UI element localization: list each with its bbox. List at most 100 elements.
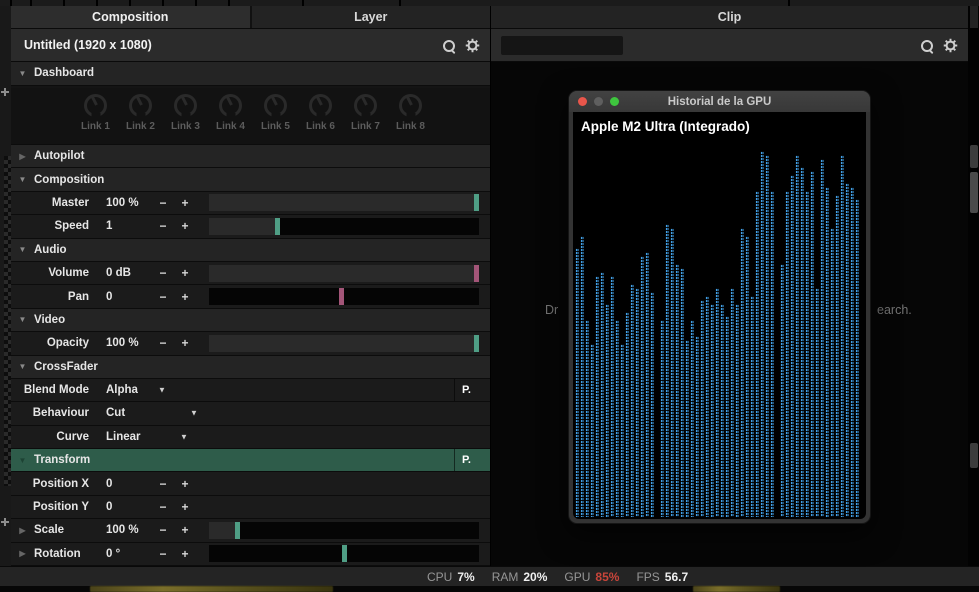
param-slider[interactable]	[209, 218, 479, 235]
slider-marker[interactable]	[474, 335, 479, 352]
slider-marker[interactable]	[235, 522, 240, 539]
slider-marker[interactable]	[342, 545, 347, 562]
param-slider[interactable]	[209, 545, 479, 562]
close-button[interactable]	[578, 97, 587, 106]
param-value[interactable]: 0	[97, 501, 152, 513]
decrement-button[interactable]: −	[152, 500, 174, 514]
param-value[interactable]: Alpha	[97, 384, 152, 396]
param-row-speed[interactable]: Speed1−+	[11, 215, 490, 238]
gear-icon[interactable]	[465, 38, 481, 54]
param-row-blend-mode[interactable]: Blend ModeAlpha▼P.	[11, 379, 490, 402]
increment-button[interactable]: +	[174, 336, 196, 350]
knob-icon[interactable]	[354, 94, 377, 117]
increment-button[interactable]: +	[174, 219, 196, 233]
param-row-volume[interactable]: Volume0 dB−+	[11, 262, 490, 285]
chevron-down-icon: ▼	[11, 362, 34, 371]
rail-plus-icon[interactable]	[1, 518, 9, 526]
tab-composition[interactable]: Composition	[11, 6, 250, 28]
param-slider[interactable]	[209, 194, 479, 211]
knob-icon[interactable]	[129, 94, 152, 117]
section-header-crossfader[interactable]: ▼CrossFader	[11, 356, 490, 379]
param-row-master[interactable]: Master100 %−+	[11, 192, 490, 215]
param-value[interactable]: 0	[97, 291, 152, 303]
param-value[interactable]: 0	[97, 478, 152, 490]
search-icon[interactable]	[441, 38, 457, 54]
param-value[interactable]: 100 %	[97, 337, 152, 349]
decrement-button[interactable]: −	[152, 290, 174, 304]
increment-button[interactable]: +	[174, 500, 196, 514]
chevron-down-icon[interactable]: ▼	[180, 432, 188, 441]
slider-marker[interactable]	[474, 265, 479, 282]
decrement-button[interactable]: −	[152, 336, 174, 350]
section-header-autopilot[interactable]: ▶Autopilot	[11, 145, 490, 168]
slider-marker[interactable]	[275, 218, 280, 235]
param-value[interactable]: Linear	[97, 431, 152, 443]
param-value[interactable]: 0 °	[97, 548, 152, 560]
knob-icon[interactable]	[309, 94, 332, 117]
chevron-down-icon[interactable]: ▼	[158, 386, 166, 395]
section-header-video[interactable]: ▼Video	[11, 309, 490, 332]
decrement-button[interactable]: −	[152, 523, 174, 537]
knob-icon[interactable]	[399, 94, 422, 117]
param-value[interactable]: 0 dB	[97, 267, 152, 279]
cpu-value: 7%	[457, 570, 474, 584]
decrement-button[interactable]: −	[152, 477, 174, 491]
param-value[interactable]: Cut	[97, 407, 152, 419]
param-row-position-x[interactable]: Position X0−+	[11, 472, 490, 495]
param-badge[interactable]: P.	[454, 449, 478, 471]
scrollbar-segment[interactable]	[970, 145, 978, 168]
knob-icon[interactable]	[264, 94, 287, 117]
clip-name-input[interactable]	[501, 36, 623, 55]
param-slider[interactable]	[209, 265, 479, 282]
param-slider[interactable]	[209, 522, 479, 539]
decrement-button[interactable]: −	[152, 196, 174, 210]
param-row-scale[interactable]: ▶Scale100 %−+	[11, 519, 490, 542]
section-header-dashboard[interactable]: ▼ Dashboard	[11, 62, 490, 86]
slider-marker[interactable]	[339, 288, 344, 305]
param-row-behaviour[interactable]: BehaviourCut▼	[11, 402, 490, 425]
section-header-transform[interactable]: ▼TransformP.	[11, 449, 490, 472]
decrement-button[interactable]: −	[152, 547, 174, 561]
decrement-button[interactable]: −	[152, 219, 174, 233]
slider-marker[interactable]	[474, 194, 479, 211]
increment-button[interactable]: +	[174, 477, 196, 491]
increment-button[interactable]: +	[174, 266, 196, 280]
search-icon[interactable]	[919, 38, 935, 54]
param-row-opacity[interactable]: Opacity100 %−+	[11, 332, 490, 355]
gpu-history-bar	[720, 304, 724, 517]
param-value[interactable]: 100 %	[97, 197, 152, 209]
param-value[interactable]: 100 %	[97, 524, 152, 536]
param-row-position-y[interactable]: Position Y0−+	[11, 496, 490, 519]
param-slider[interactable]	[209, 335, 479, 352]
param-badge[interactable]: P.	[454, 379, 478, 401]
param-slider[interactable]	[209, 288, 479, 305]
section-header-audio[interactable]: ▼Audio	[11, 239, 490, 262]
param-row-rotation[interactable]: ▶Rotation0 °−+	[11, 543, 490, 566]
increment-button[interactable]: +	[174, 523, 196, 537]
gpu-history-bar	[695, 336, 699, 517]
rail-plus-icon[interactable]	[1, 88, 9, 96]
param-row-curve[interactable]: CurveLinear▼	[11, 426, 490, 449]
gpu-history-window[interactable]: Historial de la GPU Apple M2 Ultra (Inte…	[568, 90, 871, 524]
scrollbar-segment[interactable]	[970, 443, 978, 468]
zoom-button[interactable]	[610, 97, 619, 106]
scrollbar-segment[interactable]	[970, 172, 978, 213]
section-header-composition[interactable]: ▼Composition	[11, 168, 490, 191]
gear-icon[interactable]	[943, 38, 959, 54]
increment-button[interactable]: +	[174, 290, 196, 304]
minimize-button[interactable]	[594, 97, 603, 106]
chevron-down-icon[interactable]: ▼	[190, 409, 198, 418]
knob-icon[interactable]	[219, 94, 242, 117]
tab-clip[interactable]: Clip	[491, 6, 968, 28]
increment-button[interactable]: +	[174, 547, 196, 561]
param-value[interactable]: 1	[97, 220, 152, 232]
tab-layer[interactable]: Layer	[252, 6, 491, 28]
gpu-window-titlebar[interactable]: Historial de la GPU	[569, 91, 870, 112]
gpu-history-bar	[750, 296, 754, 517]
knob-icon[interactable]	[174, 94, 197, 117]
param-row-pan[interactable]: Pan0−+	[11, 285, 490, 308]
knob-icon[interactable]	[84, 94, 107, 117]
increment-button[interactable]: +	[174, 196, 196, 210]
decrement-button[interactable]: −	[152, 266, 174, 280]
gpu-history-bar	[805, 191, 809, 517]
